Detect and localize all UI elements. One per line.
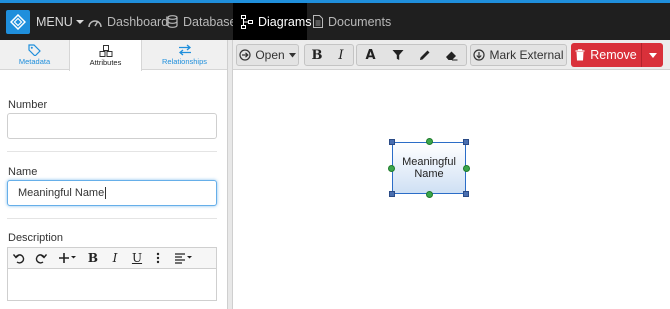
divider [7, 218, 217, 219]
italic-button[interactable]: I [329, 45, 353, 65]
underline-button[interactable]: U [126, 248, 148, 268]
tab-metadata[interactable]: Metadata [0, 40, 69, 70]
diagram-node-selected[interactable]: Meaningful Name [392, 142, 466, 194]
plus-caret-icon [59, 253, 76, 263]
mark-external-label: Mark External [489, 48, 564, 62]
italic-button[interactable]: I [104, 248, 126, 268]
connection-handle-e[interactable] [463, 165, 470, 172]
diagram-toolbar: Open B I A Mark External Remove [233, 40, 670, 70]
tag-icon [28, 44, 41, 56]
trash-icon [575, 49, 585, 61]
description-label: Description [8, 232, 64, 244]
text-caret [105, 187, 107, 199]
diagram-canvas[interactable]: Meaningful Name [233, 70, 670, 309]
nav-label: Dashboard [107, 14, 169, 29]
description-editor[interactable] [7, 269, 217, 301]
tab-label: Metadata [18, 57, 51, 66]
tab-attributes[interactable]: Attributes [69, 40, 142, 71]
cubes-icon [99, 44, 112, 57]
font-button[interactable]: A [357, 45, 384, 65]
nav-label: Database [183, 14, 237, 29]
rich-text-toolbar: B I U [7, 247, 217, 269]
caret-down-icon [75, 19, 84, 24]
document-icon [313, 15, 323, 28]
caret-down-icon [648, 52, 657, 58]
pencil-icon [419, 50, 429, 60]
filter-icon [392, 50, 403, 60]
circle-arrow-down-icon [473, 49, 486, 61]
name-value: Meaningful Name [18, 187, 105, 199]
align-button[interactable] [168, 248, 198, 268]
bold-button[interactable]: B [82, 248, 104, 268]
circle-arrow-right-icon [239, 49, 251, 61]
insert-button[interactable] [52, 248, 82, 268]
filter-button[interactable] [384, 45, 411, 65]
divider [7, 151, 217, 152]
ellipsis-vertical-icon [156, 252, 160, 264]
properties-panel: Metadata Attributes Relationships Number… [0, 40, 227, 309]
number-label: Number [8, 99, 48, 111]
bold-button[interactable]: B [305, 45, 329, 65]
number-input[interactable] [7, 113, 217, 139]
remove-label: Remove [590, 48, 637, 62]
nav-label: Documents [328, 14, 392, 29]
mark-external-button[interactable]: Mark External [470, 44, 567, 66]
align-left-icon [175, 253, 192, 264]
connection-handle-w[interactable] [388, 165, 395, 172]
redo-button[interactable] [30, 248, 52, 268]
connection-handle-s[interactable] [426, 191, 433, 198]
name-label: Name [8, 166, 38, 178]
pencil-button[interactable] [411, 45, 438, 65]
top-navbar: MENU Dashboard Database Diagrams Documen… [0, 0, 670, 40]
text-style-group: B I [304, 44, 354, 66]
undo-icon [13, 254, 25, 264]
undo-button[interactable] [8, 248, 30, 268]
arrows-exchange-icon [178, 44, 191, 56]
nav-documents[interactable]: Documents [313, 3, 391, 40]
resize-handle-ne[interactable] [463, 139, 469, 145]
tab-label: Attributes [89, 57, 122, 67]
menu-label: MENU [36, 14, 73, 29]
resize-handle-se[interactable] [463, 191, 469, 197]
eraser-button[interactable] [438, 45, 465, 65]
node-label: Meaningful Name [402, 156, 456, 180]
app-logo[interactable] [6, 10, 30, 34]
more-button[interactable] [148, 248, 168, 268]
name-input[interactable]: Meaningful Name [7, 180, 217, 206]
nav-database[interactable]: Database [167, 3, 237, 40]
remove-dropdown-toggle[interactable] [641, 43, 663, 67]
panel-tabs: Metadata Attributes Relationships [0, 40, 227, 71]
tab-label: Relationships [161, 57, 208, 66]
eraser-icon [446, 51, 458, 61]
database-icon [167, 15, 178, 28]
diagram-icon [241, 14, 253, 29]
nav-dashboard[interactable]: Dashboard [88, 3, 168, 40]
diamond-logo-icon [10, 14, 26, 30]
caret-down-icon [288, 52, 296, 57]
open-button[interactable]: Open [236, 44, 299, 66]
dashboard-icon [88, 19, 102, 27]
format-group: A [356, 44, 467, 66]
resize-handle-nw[interactable] [389, 139, 395, 145]
remove-button[interactable]: Remove [571, 43, 641, 67]
tab-relationships[interactable]: Relationships [142, 40, 227, 70]
open-label: Open [255, 48, 285, 62]
menu-button[interactable]: MENU [36, 3, 84, 40]
redo-icon [35, 254, 47, 264]
nav-diagrams[interactable]: Diagrams [233, 3, 312, 40]
nav-label: Diagrams [258, 14, 312, 29]
connection-handle-n[interactable] [426, 138, 433, 145]
resize-handle-sw[interactable] [389, 191, 395, 197]
